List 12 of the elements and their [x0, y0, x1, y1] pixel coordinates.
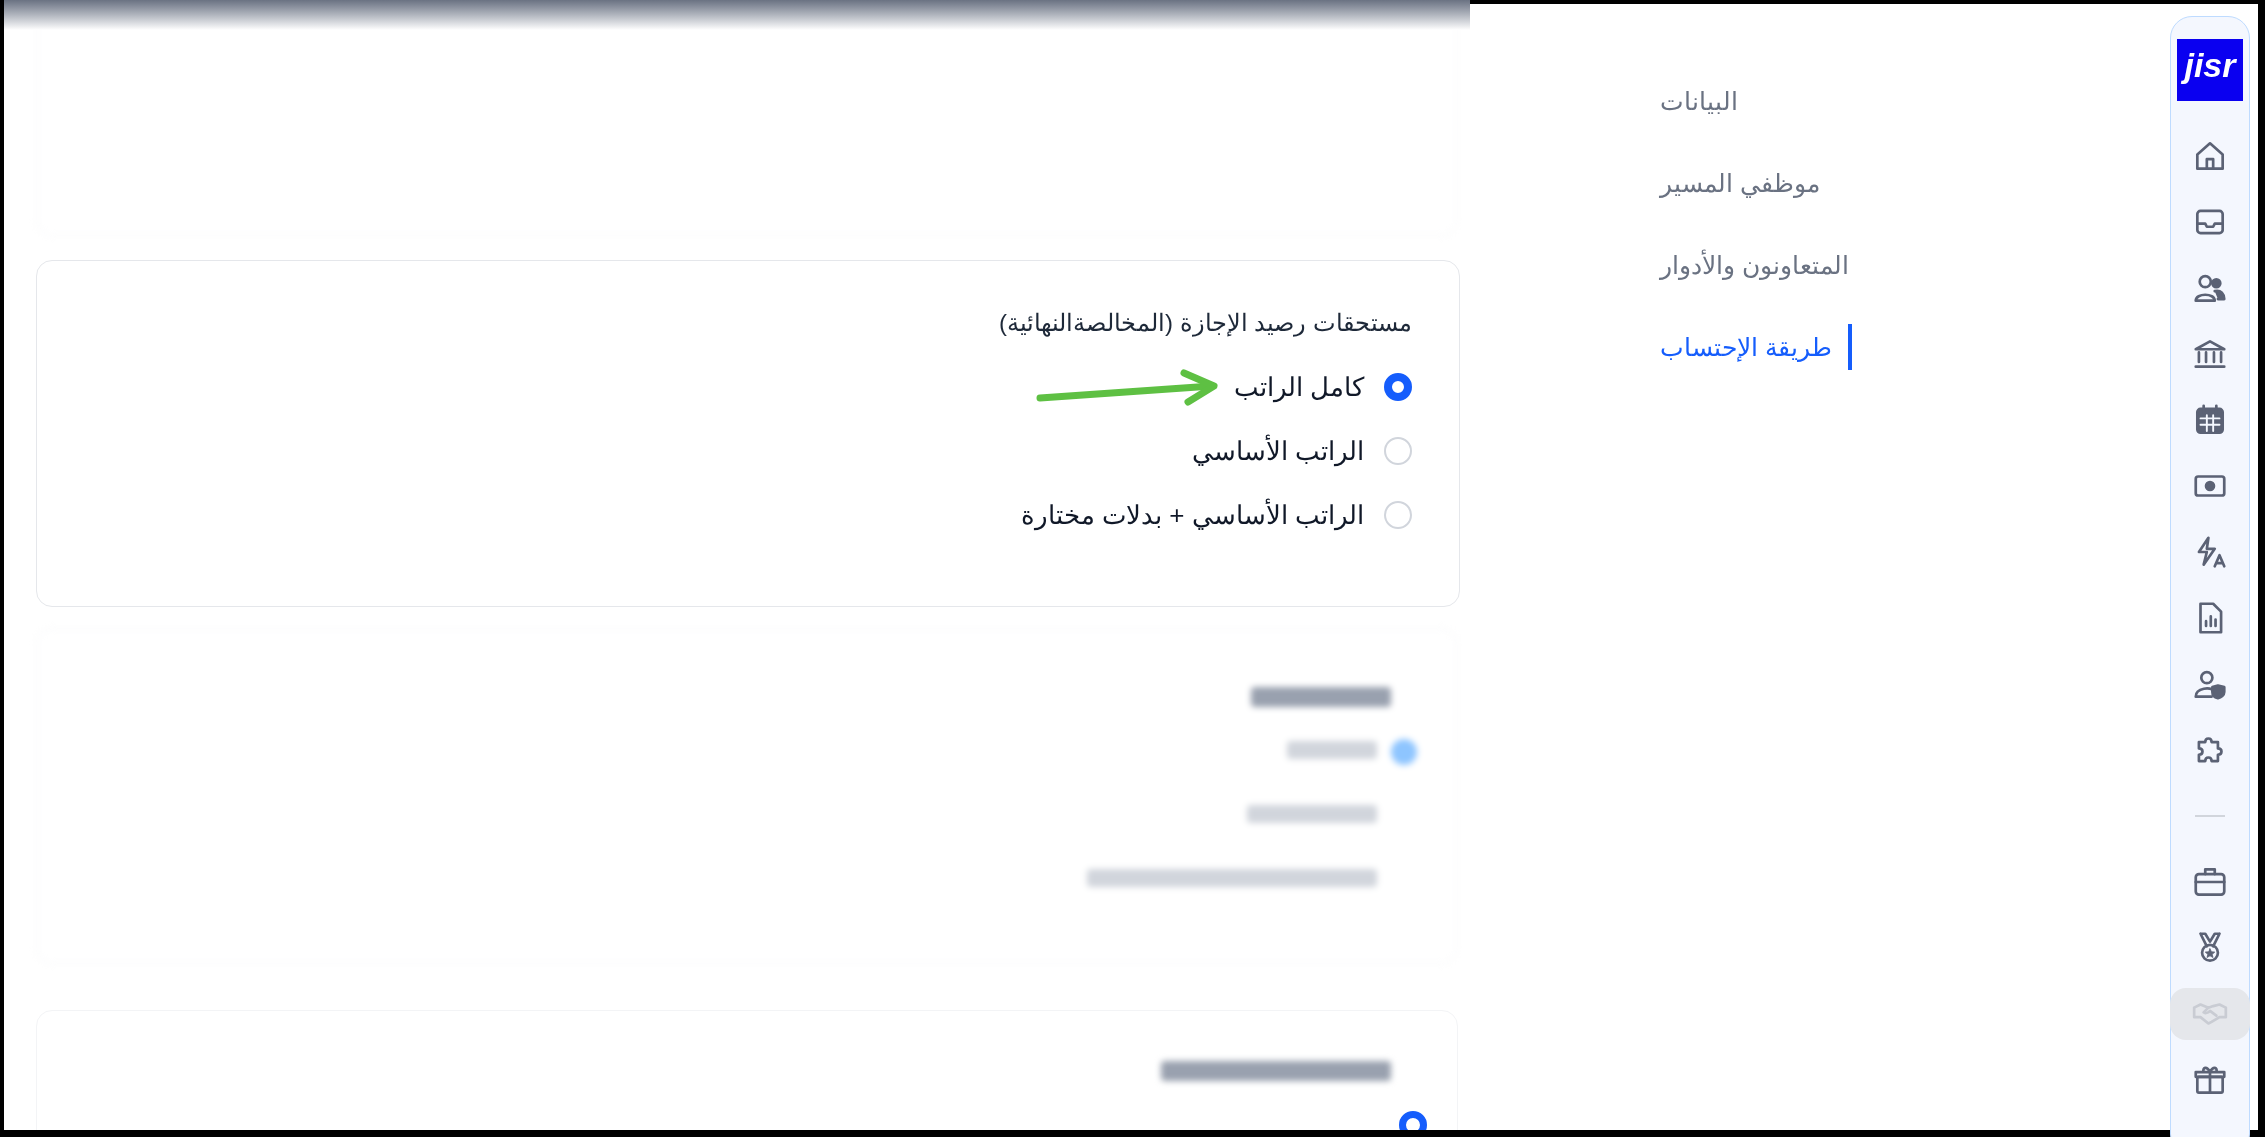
- settings-nav-item[interactable]: البيانات: [1660, 78, 1758, 124]
- option-label: الراتب الأساسي: [1191, 433, 1364, 469]
- radio-option[interactable]: الراتب الأساسي + بدلات مختارة: [37, 483, 1412, 547]
- option-label: كامل الراتب: [1233, 370, 1364, 405]
- radio-option[interactable]: كامل الراتب: [37, 355, 1412, 419]
- settings-nav-item[interactable]: طريقة الإحتساب: [1660, 324, 1852, 370]
- logo[interactable]: jisr: [2177, 39, 2243, 101]
- radio-option[interactable]: الراتب الأساسي: [37, 419, 1412, 483]
- settings-nav-item[interactable]: المتعاونون والأدوار: [1660, 242, 1869, 288]
- settings-nav-item[interactable]: موظفي المسير: [1660, 160, 1840, 206]
- option-label: الراتب الأساسي + بدلات مختارة: [1020, 497, 1364, 533]
- card-title: مستحقات رصيد الإجازة (المخالصةالنهائية): [998, 308, 1412, 339]
